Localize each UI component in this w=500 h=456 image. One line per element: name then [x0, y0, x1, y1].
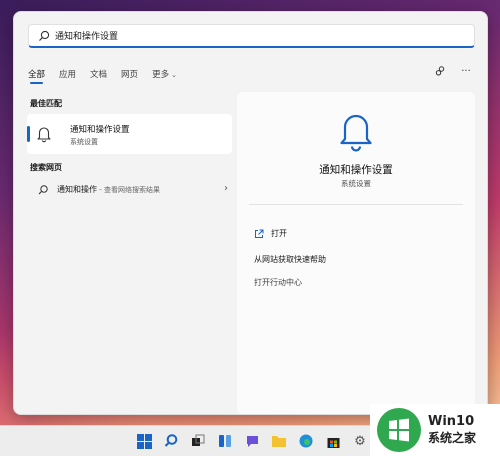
chevron-down-icon: ⌄ [171, 71, 177, 79]
web-search-text: 通知和操作 - 查看网络搜索结果 [57, 184, 160, 195]
chat-icon [246, 435, 258, 447]
search-input[interactable] [55, 30, 455, 41]
watermark: Win10 系统之家 [370, 404, 500, 456]
web-help-label: 从网站获取快速帮助 [254, 255, 326, 264]
account-switch-button[interactable] [433, 64, 447, 78]
settings-button[interactable]: ⚙ [351, 432, 369, 450]
filter-tabs: 全部 应用 文档 网页 更多 ⌄ [28, 64, 191, 84]
task-view-icon [192, 434, 205, 446]
selection-indicator [27, 126, 30, 142]
tab-all[interactable]: 全部 [28, 68, 45, 84]
watermark-line2: 系统之家 [428, 431, 477, 445]
best-match-subtitle: 系统设置 [70, 138, 98, 146]
web-help-action[interactable]: 从网站获取快速帮助 [254, 254, 326, 265]
detail-title: 通知和操作设置 [319, 164, 393, 176]
open-external-icon [255, 229, 264, 238]
best-match-heading: 最佳匹配 [30, 99, 62, 108]
search-icon [164, 434, 178, 447]
file-explorer-button[interactable] [270, 432, 288, 450]
detail-pane: 通知和操作设置 系统设置 打开 从网站获取快速帮助 打开行动中心 [237, 92, 475, 414]
divider [249, 204, 463, 205]
start-button[interactable] [135, 432, 153, 450]
best-match-title: 通知和操作设置 [70, 125, 130, 135]
watermark-line1: Win10 [428, 414, 475, 429]
search-panel: 全部 应用 文档 网页 更多⌄ ··· 最佳匹配 通知和操作设置 系统设置 搜索… [13, 11, 488, 415]
web-search-heading: 搜索网页 [30, 163, 62, 172]
task-view-button[interactable] [189, 432, 207, 450]
open-action-label: 打开 [271, 229, 287, 238]
more-options-icon: ··· [461, 65, 471, 77]
edge-browser-button[interactable] [297, 432, 315, 450]
watermark-text: Win10 系统之家 [428, 414, 476, 446]
best-match-result[interactable]: 通知和操作设置 系统设置 [27, 114, 232, 154]
folder-icon [272, 436, 286, 447]
tab-more[interactable]: 更多 ⌄ [152, 68, 177, 80]
bell-icon [340, 114, 372, 152]
edge-icon [299, 434, 313, 448]
store-icon [327, 437, 339, 448]
open-action-center-label: 打开行动中心 [254, 278, 302, 287]
tab-more-label: 更多 [152, 70, 170, 80]
widgets-icon [219, 435, 231, 447]
account-switch-icon [435, 66, 445, 76]
store-button[interactable] [324, 432, 342, 450]
web-search-hint: - 查看网络搜索结果 [97, 186, 160, 194]
tab-web[interactable]: 网页 [121, 68, 138, 80]
tab-documents[interactable]: 文档 [90, 68, 107, 80]
widgets-button[interactable] [216, 432, 234, 450]
win10-logo-icon [377, 408, 421, 452]
more-options-button[interactable]: ··· [459, 64, 473, 78]
gear-icon: ⚙ [354, 433, 366, 449]
tab-apps[interactable]: 应用 [59, 68, 76, 80]
chat-button[interactable] [243, 432, 261, 450]
taskbar-search-button[interactable] [162, 432, 180, 450]
detail-subtitle: 系统设置 [341, 179, 371, 188]
windows-start-icon [136, 433, 152, 449]
search-icon [38, 185, 48, 195]
web-search-query: 通知和操作 [57, 185, 97, 194]
open-action[interactable]: 打开 [254, 228, 287, 239]
chevron-right-icon: › [224, 183, 228, 194]
bell-icon [37, 127, 51, 143]
open-action-center-action[interactable]: 打开行动中心 [254, 277, 302, 288]
web-search-result[interactable]: 通知和操作 - 查看网络搜索结果 › [27, 180, 232, 200]
top-actions: ··· [421, 64, 473, 78]
search-box[interactable] [28, 24, 475, 48]
search-icon [39, 30, 50, 41]
